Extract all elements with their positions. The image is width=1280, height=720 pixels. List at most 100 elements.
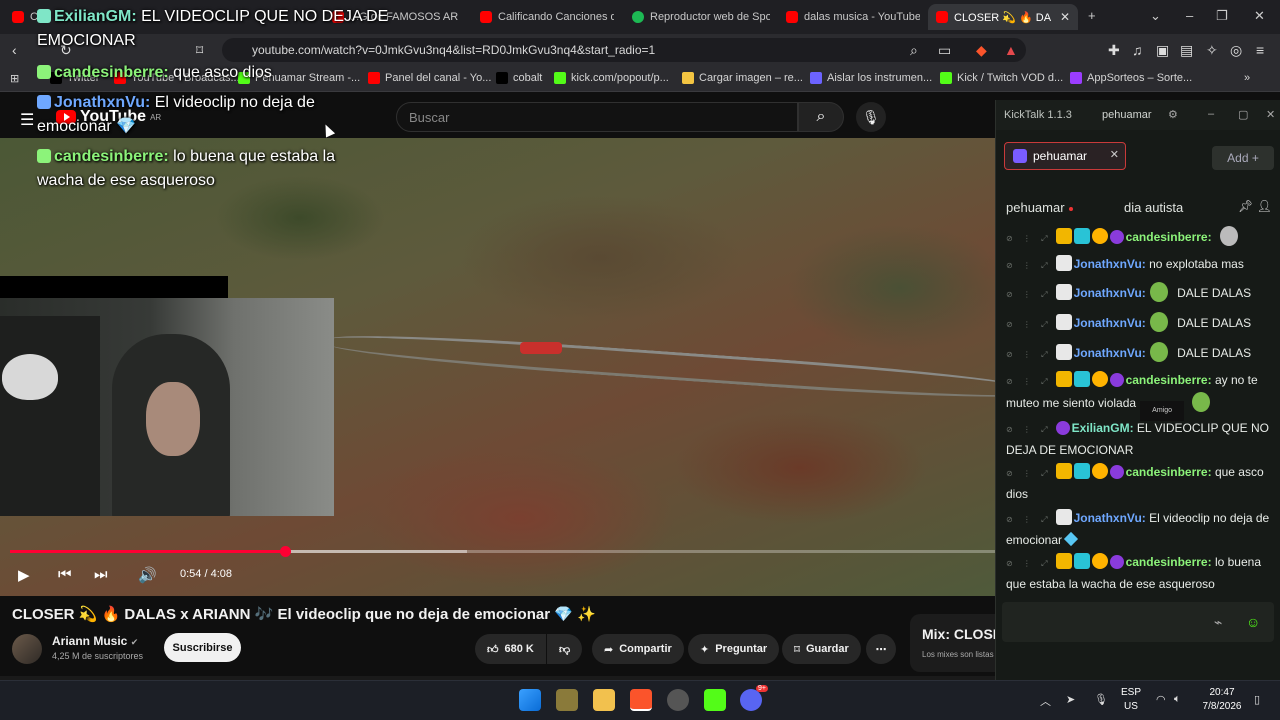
close-window-icon[interactable]: ✕	[1254, 8, 1265, 24]
dislike-button[interactable]: 👎︎	[547, 634, 582, 664]
message-actions-icon[interactable]: ⊘ ⋮ ⤢	[1006, 290, 1052, 299]
bookmark-item[interactable]: kick.com/popout/p...	[554, 72, 669, 84]
message-actions-icon[interactable]: ⊘ ⋮ ⤢	[1006, 350, 1052, 359]
bookmark-item[interactable]: cobalt	[496, 72, 542, 84]
message-actions-icon[interactable]: ⊘ ⋮ ⤢	[1006, 377, 1052, 386]
chat-username[interactable]: candesinberre:	[1126, 230, 1212, 244]
ask-button[interactable]: ✦ Preguntar	[688, 634, 780, 664]
chat-username[interactable]: JonathxnVu:	[1074, 316, 1146, 330]
chat-username[interactable]: JonathxnVu:	[1074, 286, 1146, 300]
brave-icon[interactable]	[630, 689, 652, 711]
tab-title: Calificando Canciones de	[498, 11, 614, 23]
chat-username[interactable]: ExilianGM:	[1072, 421, 1134, 435]
minimize-icon[interactable]: –	[1208, 108, 1214, 120]
browser-tab[interactable]: Calificando Canciones de	[472, 4, 614, 30]
channel-avatar[interactable]	[12, 634, 42, 664]
play-icon[interactable]: ▶	[18, 566, 30, 584]
tab-search-icon[interactable]: ⌄	[1150, 8, 1161, 24]
chat-username[interactable]: candesinberre:	[1126, 555, 1212, 569]
minimize-icon[interactable]: –	[1186, 8, 1193, 23]
cast-icon[interactable]: ▭	[938, 42, 951, 59]
obs-icon[interactable]	[667, 689, 689, 711]
like-button[interactable]: 👍︎ 680 K	[475, 634, 546, 664]
chat-username[interactable]: JonathxnVu:	[1074, 257, 1146, 271]
close-icon[interactable]: ✕	[1266, 108, 1275, 121]
bookmark-item[interactable]: Kick / Twitch VOD d...	[940, 72, 1063, 84]
stream-chat-overlay: ExilianGM: EL VIDEOCLIP QUE NO DEJA DE EM…	[0, 0, 420, 200]
new-tab-button[interactable]: +	[1088, 8, 1096, 23]
message-actions-icon[interactable]: ⊘ ⋮ ⤢	[1006, 515, 1052, 524]
chat-input[interactable]	[1002, 602, 1274, 642]
restore-icon[interactable]: ❐	[1216, 8, 1228, 24]
media-icon[interactable]: ♫	[1132, 42, 1143, 58]
extensions-icon[interactable]: ✚	[1108, 42, 1120, 59]
gear-icon[interactable]: ⚙	[1168, 108, 1178, 121]
previous-icon[interactable]: ⏮	[58, 566, 72, 583]
emote-menu-icon[interactable]: ⌁	[1214, 614, 1222, 631]
chat-text: DALE DALAS	[1173, 316, 1252, 330]
browser-tab[interactable]: dalas musica - YouTube	[778, 4, 920, 30]
message-actions-icon[interactable]: ⊘ ⋮ ⤢	[1006, 425, 1052, 434]
chat-username[interactable]: candesinberre:	[1126, 465, 1212, 479]
chat-username[interactable]: candesinberre:	[1126, 373, 1212, 387]
start-icon[interactable]	[519, 689, 541, 711]
menu-icon[interactable]: ≡	[1256, 42, 1264, 58]
brave-rewards-icon[interactable]: ▲	[1004, 42, 1018, 58]
close-tab-icon[interactable]: ✕	[1060, 10, 1070, 24]
notification-icon[interactable]: ▯	[1254, 693, 1260, 706]
bookmarks-overflow-icon[interactable]: »	[1244, 72, 1250, 84]
kicktalk-channel-tab[interactable]: pehuamar ✕	[1004, 142, 1126, 170]
progress-scrubber[interactable]	[279, 546, 291, 557]
leo-icon[interactable]: ✧	[1206, 42, 1218, 59]
message-actions-icon[interactable]: ⊘ ⋮ ⤢	[1006, 320, 1052, 329]
message-actions-icon[interactable]: ⊘ ⋮ ⤢	[1006, 469, 1052, 478]
brave-shield-icon[interactable]: ◆	[976, 42, 987, 59]
message-actions-icon[interactable]: ⊘ ⋮ ⤢	[1006, 234, 1052, 243]
user-icon[interactable]: 👤︎	[1257, 199, 1272, 213]
discord-icon[interactable]: 9+	[740, 685, 768, 711]
language-indicator[interactable]: ESP US	[1116, 686, 1146, 714]
wallet-icon[interactable]: ▤	[1180, 42, 1193, 59]
bookmark-item[interactable]: Cargar imagen – re...	[682, 72, 803, 84]
kick-emote-icon[interactable]: ☺	[1246, 614, 1260, 630]
mix-card[interactable]: Mix: CLOSER Los mixes son listas de repr…	[910, 614, 995, 672]
subscribe-button[interactable]: Suscribirse	[164, 633, 241, 662]
kicktalk-user[interactable]: pehuamar	[1102, 109, 1152, 121]
youtube-icon	[786, 11, 798, 23]
wifi-icon[interactable]: ◠	[1156, 693, 1166, 706]
file-explorer-icon[interactable]	[593, 689, 615, 711]
share-button[interactable]: ➦ Compartir	[592, 634, 684, 664]
bookmark-item[interactable]: Aislar los instrumen...	[810, 72, 932, 84]
tray-telegram-icon[interactable]: ➤	[1066, 693, 1075, 706]
chat-username[interactable]: JonathxnVu:	[1074, 511, 1146, 525]
next-icon[interactable]: ⏭	[94, 566, 108, 583]
chat-message: ⊘ ⋮ ⤢ candesinberre: lo buena que estaba …	[1006, 552, 1274, 592]
channel-name[interactable]: Ariann Music ✔	[52, 634, 138, 648]
close-tab-icon[interactable]: ✕	[1110, 148, 1119, 161]
bookmark-item[interactable]: AppSorteos – Sorte...	[1070, 72, 1192, 84]
vpn-icon[interactable]: ◎	[1230, 42, 1242, 59]
tray-chevron-icon[interactable]: ︿	[1040, 693, 1051, 709]
voice-search-button[interactable]: 🎙	[856, 102, 886, 132]
maximize-icon[interactable]: ▢	[1238, 108, 1248, 121]
video-progress-bar[interactable]	[10, 546, 995, 557]
kick-icon[interactable]	[704, 689, 726, 711]
taskbar-clock[interactable]: 20:47 7/8/2026	[1196, 686, 1248, 714]
volume-icon[interactable]: 🔊	[138, 566, 157, 584]
chat-username[interactable]: JonathxnVu:	[1074, 346, 1146, 360]
more-actions-button[interactable]: ⋯	[866, 634, 896, 664]
message-actions-icon[interactable]: ⊘ ⋮ ⤢	[1006, 559, 1052, 568]
widgets-icon[interactable]	[556, 689, 578, 711]
zoom-icon[interactable]: ⌕	[910, 42, 918, 59]
speaker-icon[interactable]: 🔈︎	[1174, 693, 1181, 706]
tray-mic-icon[interactable]: 🎙︎	[1094, 693, 1108, 706]
search-input[interactable]: Buscar	[396, 102, 798, 132]
save-button[interactable]: ⌑ Guardar	[782, 634, 861, 664]
add-channel-button[interactable]: Add +	[1212, 146, 1274, 170]
message-actions-icon[interactable]: ⊘ ⋮ ⤢	[1006, 261, 1052, 270]
search-button[interactable]: ⌕	[798, 102, 844, 132]
browser-tab[interactable]: CLOSER 💫 🔥 DA ✕	[928, 4, 1078, 30]
sidebar-icon[interactable]: ▣	[1156, 42, 1169, 59]
browser-tab[interactable]: Reproductor web de Spot	[624, 4, 770, 30]
pin-icon[interactable]: 📌︎	[1238, 199, 1253, 213]
